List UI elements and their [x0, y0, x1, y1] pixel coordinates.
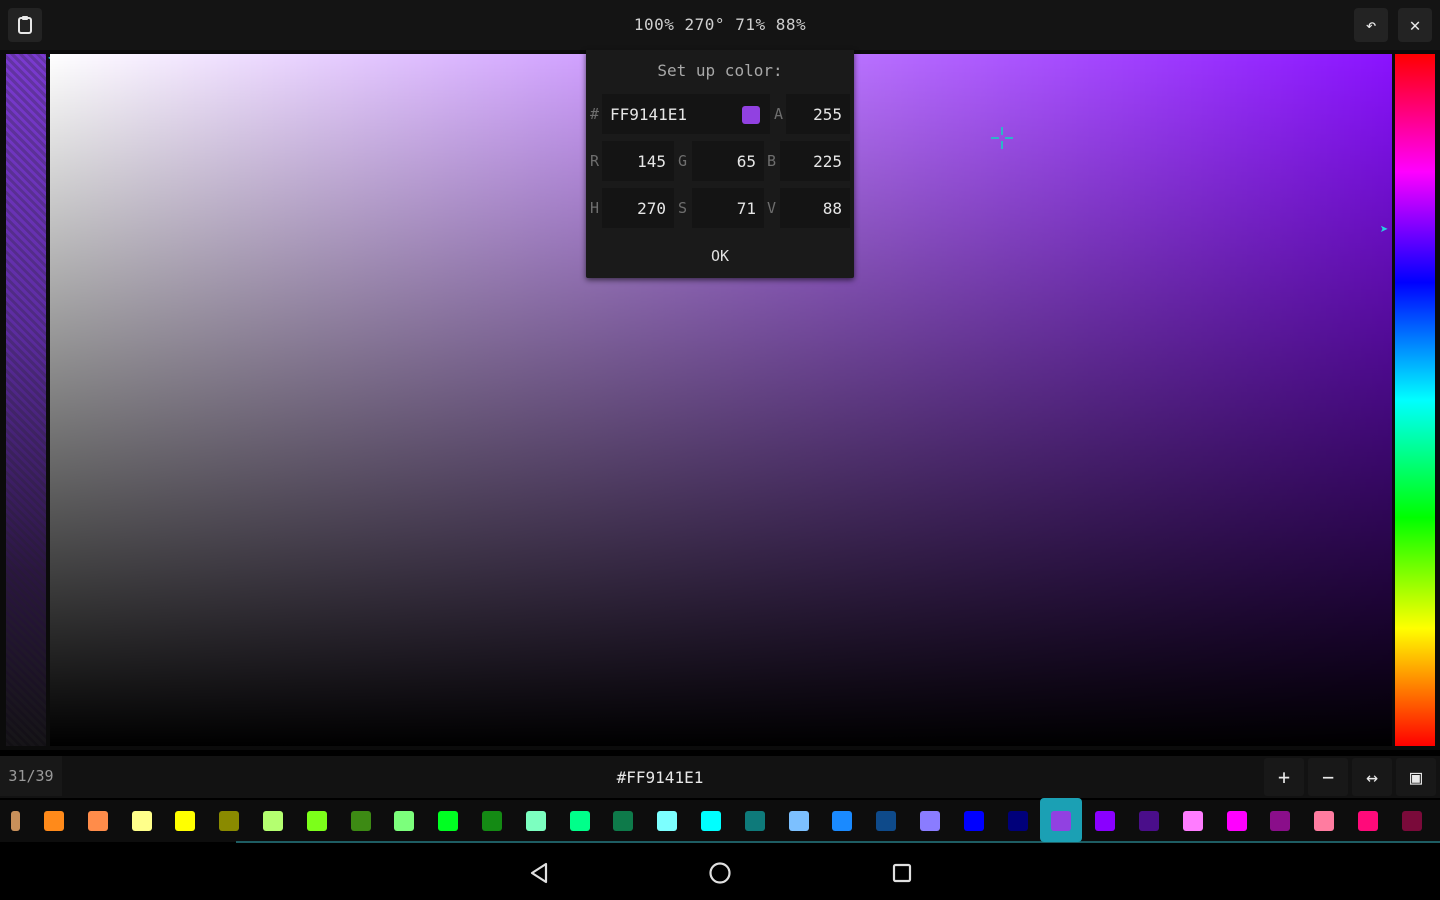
palette-swatch[interactable] — [438, 811, 458, 831]
crosshair-icon[interactable] — [990, 126, 1014, 150]
palette-swatch[interactable] — [920, 811, 940, 831]
palette-swatch[interactable] — [1270, 811, 1290, 831]
palette-swatch[interactable] — [482, 811, 502, 831]
hue-marker-icon[interactable]: ➤ — [1380, 222, 1388, 238]
rgb-row: R 145 G 65 B 225 — [586, 141, 854, 181]
s-label: S — [678, 199, 688, 217]
palette — [0, 800, 1440, 842]
hue-slider[interactable] — [1395, 54, 1435, 746]
hue-field[interactable]: 270 — [602, 188, 674, 228]
swap-icon[interactable]: ↔ — [1352, 758, 1392, 796]
palette-swatch[interactable] — [132, 811, 152, 831]
color-summary-title: 100% 270° 71% 88% — [633, 15, 807, 34]
palette-swatch[interactable] — [964, 811, 984, 831]
palette-swatch[interactable] — [789, 811, 809, 831]
hex-label: # — [590, 105, 600, 123]
close-icon[interactable]: ✕ — [1398, 8, 1432, 42]
palette-swatch[interactable] — [219, 811, 239, 831]
hex-alpha-row: # FF9141E1 A 255 — [586, 94, 854, 134]
palette-counter: 31/39 — [0, 756, 62, 796]
b-label: B — [767, 152, 777, 170]
palette-swatch[interactable] — [832, 811, 852, 831]
palette-swatch[interactable] — [1227, 811, 1247, 831]
palette-swatch[interactable] — [1314, 811, 1334, 831]
home-icon[interactable] — [705, 858, 735, 888]
bottom-bar: 31/39 #FF9141E1 + − ↔ ▣ — [0, 756, 1440, 798]
palette-swatch[interactable] — [876, 811, 896, 831]
grid-icon[interactable]: ▣ — [1396, 758, 1436, 796]
hsv-row: H 270 S 71 V 88 — [586, 188, 854, 228]
palette-swatch[interactable] — [613, 811, 633, 831]
palette-swatch[interactable] — [88, 811, 108, 831]
red-field[interactable]: 145 — [602, 141, 674, 181]
palette-swatch[interactable] — [1095, 811, 1115, 831]
ok-button[interactable]: OK — [586, 234, 854, 278]
dialog-title: Set up color: — [657, 61, 783, 80]
palette-swatch[interactable] — [701, 811, 721, 831]
palette-swatch[interactable] — [1183, 811, 1203, 831]
undo-icon[interactable]: ↶ — [1354, 8, 1388, 42]
palette-swatch[interactable] — [307, 811, 327, 831]
palette-swatch[interactable] — [526, 811, 546, 831]
alpha-slider[interactable] — [6, 54, 46, 746]
palette-swatch[interactable] — [175, 811, 195, 831]
h-label: H — [590, 199, 600, 217]
top-bar: 100% 270° 71% 88% ↶ ✕ — [0, 0, 1440, 50]
palette-swatch[interactable] — [1402, 811, 1422, 831]
system-nav-bar — [0, 846, 1440, 900]
palette-swatch[interactable] — [44, 811, 64, 831]
alpha-field[interactable]: 255 — [786, 94, 850, 134]
g-label: G — [678, 152, 688, 170]
palette-swatch[interactable] — [570, 811, 590, 831]
palette-swatch[interactable] — [263, 811, 283, 831]
palette-swatch[interactable] — [1008, 811, 1028, 831]
palette-swatch[interactable] — [394, 811, 414, 831]
current-color-swatch — [742, 106, 760, 124]
add-icon[interactable]: + — [1264, 758, 1304, 796]
remove-icon[interactable]: − — [1308, 758, 1348, 796]
a-label: A — [774, 105, 784, 123]
r-label: R — [590, 152, 600, 170]
current-hex-display: #FF9141E1 — [616, 767, 704, 787]
v-label: V — [767, 199, 777, 217]
palette-swatch[interactable] — [11, 811, 20, 831]
back-icon[interactable] — [524, 858, 554, 888]
blue-field[interactable]: 225 — [780, 141, 850, 181]
palette-swatch[interactable] — [745, 811, 765, 831]
palette-swatch[interactable] — [1139, 811, 1159, 831]
palette-swatch[interactable] — [1051, 811, 1071, 831]
palette-swatch[interactable] — [1358, 811, 1378, 831]
saturation-field[interactable]: 71 — [692, 188, 764, 228]
value-field[interactable]: 88 — [780, 188, 850, 228]
setup-color-dialog: Set up color: # FF9141E1 A 255 R 145 G 6… — [586, 50, 854, 278]
palette-swatch[interactable] — [351, 811, 371, 831]
recents-icon[interactable] — [887, 858, 917, 888]
palette-swatch[interactable] — [657, 811, 677, 831]
green-field[interactable]: 65 — [692, 141, 764, 181]
